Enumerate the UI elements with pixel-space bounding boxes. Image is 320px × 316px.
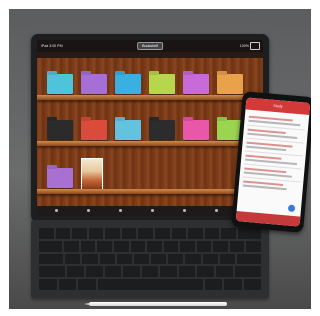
smartphone-device: Study — [231, 91, 311, 233]
key[interactable] — [72, 228, 87, 239]
bookshelf — [37, 58, 263, 206]
key[interactable] — [188, 228, 203, 239]
shelf-plank-2 — [37, 141, 263, 146]
key[interactable] — [55, 228, 71, 239]
key[interactable] — [130, 240, 146, 252]
shelf-plank-3 — [37, 189, 263, 194]
key[interactable] — [221, 228, 236, 239]
tab-icon-3[interactable] — [119, 209, 122, 212]
folder-10[interactable] — [149, 120, 175, 140]
key[interactable] — [58, 279, 76, 290]
key[interactable] — [178, 266, 196, 278]
key[interactable] — [80, 240, 96, 252]
photo-scene: iPad 3:00 PM Bookshelf 100% Study — [9, 9, 311, 309]
key[interactable] — [39, 266, 66, 278]
key[interactable] — [224, 279, 242, 290]
key[interactable] — [39, 228, 54, 239]
key[interactable] — [86, 266, 103, 278]
key[interactable] — [123, 266, 140, 278]
key[interactable] — [147, 240, 162, 252]
key[interactable] — [197, 266, 214, 278]
space-bar[interactable] — [97, 279, 203, 290]
shelf-plank-1 — [37, 95, 263, 100]
key[interactable] — [234, 266, 262, 278]
folder-9[interactable] — [115, 120, 141, 140]
key[interactable] — [204, 279, 222, 290]
key[interactable] — [196, 240, 212, 252]
key[interactable] — [67, 266, 85, 278]
key[interactable] — [64, 240, 79, 252]
key[interactable] — [243, 279, 261, 290]
folder-5[interactable] — [183, 74, 209, 94]
key[interactable] — [39, 240, 63, 252]
header-title-pill[interactable]: Bookshelf — [137, 42, 163, 50]
tablet-screen: iPad 3:00 PM Bookshelf 100% — [37, 40, 263, 216]
key[interactable] — [99, 253, 115, 265]
key[interactable] — [88, 228, 104, 239]
key[interactable] — [141, 266, 159, 278]
folder-3[interactable] — [115, 74, 141, 94]
tab-icon-5[interactable] — [183, 209, 186, 212]
folder-7[interactable] — [47, 120, 73, 140]
phone-header: Study — [245, 97, 311, 115]
key[interactable] — [160, 266, 177, 278]
key[interactable] — [39, 279, 57, 290]
key[interactable] — [237, 228, 262, 239]
key[interactable] — [171, 228, 187, 239]
key[interactable] — [133, 253, 150, 265]
folder-11[interactable] — [183, 120, 209, 140]
key[interactable] — [151, 253, 167, 265]
status-left-text: iPad 3:00 PM — [41, 44, 63, 48]
folder-2[interactable] — [81, 74, 107, 94]
key[interactable] — [116, 253, 132, 265]
tab-icon-6[interactable] — [215, 209, 218, 212]
key[interactable] — [180, 240, 195, 252]
folder-8[interactable] — [81, 120, 107, 140]
key[interactable] — [78, 279, 96, 290]
stylus-pencil — [84, 302, 227, 306]
key[interactable] — [202, 253, 218, 265]
key[interactable] — [185, 253, 201, 265]
tablet-status-bar: iPad 3:00 PM Bookshelf 100% — [37, 40, 263, 52]
key[interactable] — [219, 253, 235, 265]
key[interactable] — [105, 228, 120, 239]
status-right-text: 100% — [239, 44, 249, 48]
key[interactable] — [213, 240, 228, 252]
key[interactable] — [65, 253, 81, 265]
folder-13[interactable] — [47, 168, 73, 188]
folder-1[interactable] — [47, 74, 73, 94]
smart-keyboard — [31, 220, 269, 298]
tab-icon-4[interactable] — [151, 209, 154, 212]
key[interactable] — [39, 253, 64, 265]
phone-footer-bar — [235, 211, 301, 227]
key[interactable] — [236, 253, 262, 265]
tablet-tab-bar — [37, 206, 263, 216]
edit-button[interactable] — [250, 42, 260, 50]
floating-action-button[interactable] — [287, 204, 296, 213]
key[interactable] — [97, 240, 112, 252]
key[interactable] — [168, 253, 184, 265]
key[interactable] — [246, 240, 262, 252]
book-cover[interactable] — [81, 158, 103, 190]
key[interactable] — [215, 266, 233, 278]
phone-screen: Study — [235, 97, 311, 227]
folder-4[interactable] — [149, 74, 175, 94]
key[interactable] — [154, 228, 170, 239]
key[interactable] — [104, 266, 122, 278]
key[interactable] — [121, 228, 137, 239]
key[interactable] — [113, 240, 129, 252]
folder-6[interactable] — [217, 74, 243, 94]
tab-icon-2[interactable] — [87, 209, 90, 212]
tab-icon-1[interactable] — [55, 209, 58, 212]
key[interactable] — [204, 228, 220, 239]
key[interactable] — [163, 240, 179, 252]
key[interactable] — [82, 253, 98, 265]
key[interactable] — [229, 240, 245, 252]
key-grid — [39, 228, 262, 290]
key[interactable] — [138, 228, 153, 239]
